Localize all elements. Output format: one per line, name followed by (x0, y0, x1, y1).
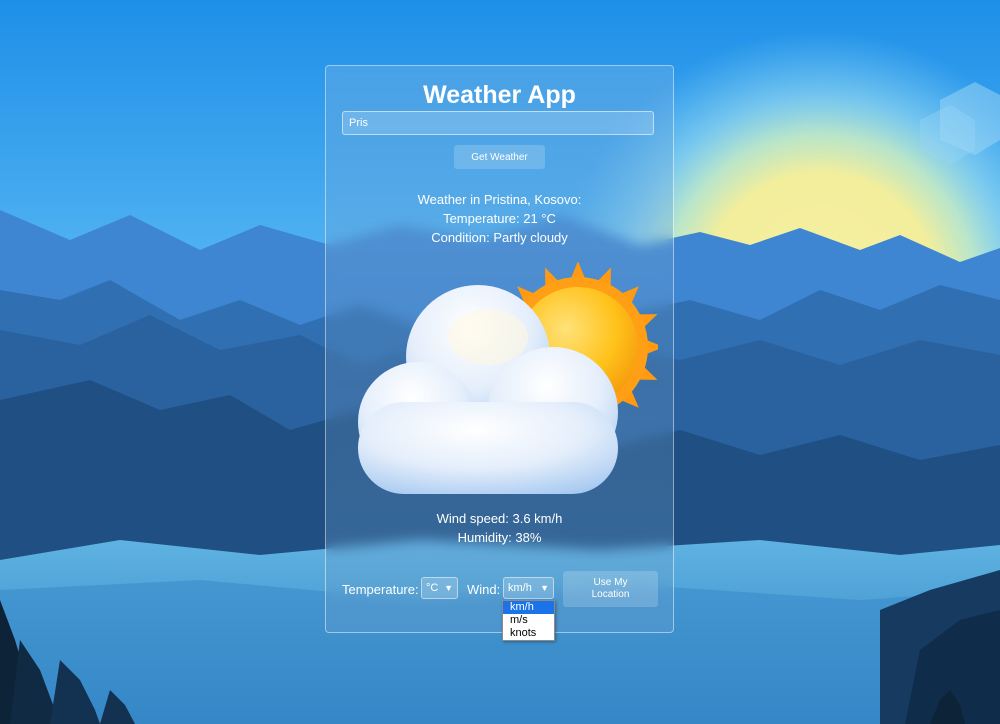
temperature-text: Temperature: 21 °C (443, 211, 556, 226)
weather-location-text: Weather in Pristina, Kosovo: (417, 192, 582, 207)
city-search-input[interactable] (342, 111, 654, 135)
use-my-location-button[interactable]: Use My Location (563, 571, 658, 607)
wind-unit-label: Wind: (467, 582, 501, 597)
humidity-text: Humidity: 38% (457, 530, 542, 545)
wind-speed-text: Wind speed: 3.6 km/h (436, 511, 563, 526)
wind-unit-dropdown-list: km/h m/s knots (502, 600, 555, 641)
chevron-down-icon: ▼ (444, 583, 453, 593)
wind-unit-value: km/h (508, 582, 532, 594)
location-button-line2: Location (591, 589, 630, 600)
dropdown-option-km-h[interactable]: km/h (503, 601, 554, 614)
chevron-down-icon: ▼ (540, 583, 549, 593)
temperature-unit-label: Temperature: (342, 582, 419, 597)
temperature-unit-select[interactable]: °C ▼ (421, 577, 458, 599)
partly-cloudy-icon (358, 262, 658, 494)
get-weather-button[interactable]: Get Weather (454, 145, 545, 169)
app-title: Weather App (423, 81, 576, 109)
condition-text: Condition: Partly cloudy (431, 230, 568, 245)
temperature-unit-value: °C (426, 582, 439, 594)
dropdown-option-m-s[interactable]: m/s (503, 614, 554, 627)
weather-card: Weather App Get Weather Weather in Prist… (325, 65, 674, 633)
dropdown-option-knots[interactable]: knots (503, 627, 554, 640)
location-button-line1: Use My (593, 577, 628, 588)
wind-unit-select[interactable]: km/h ▼ (503, 577, 554, 599)
